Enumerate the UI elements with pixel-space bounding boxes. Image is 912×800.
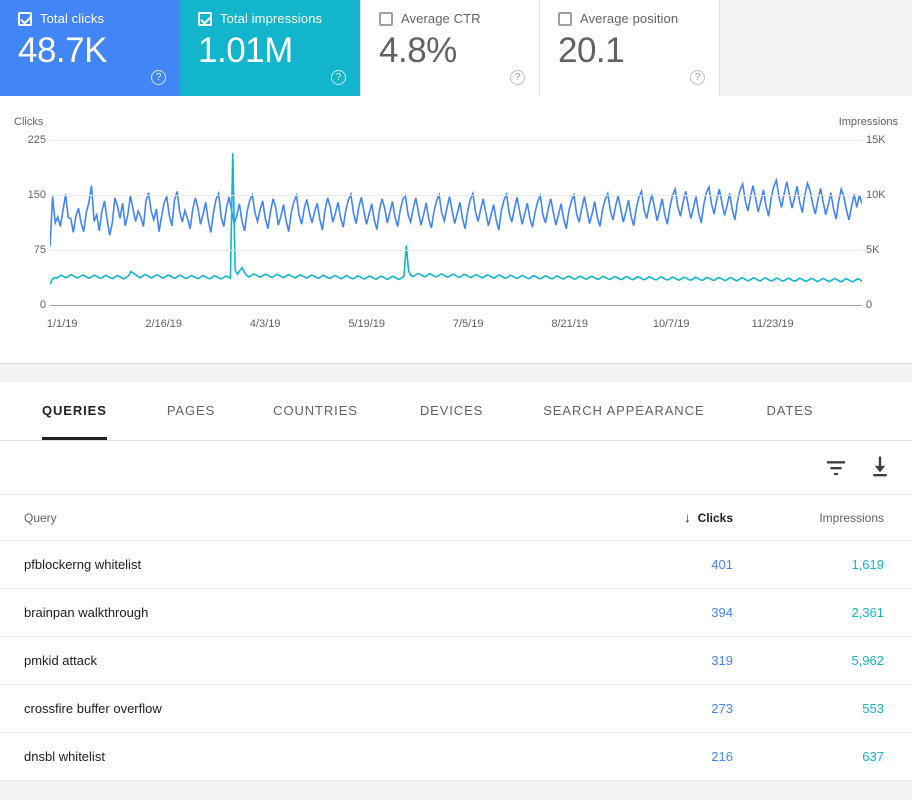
help-circle-icon[interactable]: ? xyxy=(331,70,346,85)
cell-impressions: 5,962 xyxy=(851,653,884,668)
cell-clicks: 216 xyxy=(711,749,733,764)
y-tick-right-3: 15K xyxy=(866,134,886,146)
metric-cards-row: Total clicks 48.7K ? Total impressions 1… xyxy=(0,0,912,96)
gridline-top xyxy=(50,140,862,141)
chart-series-svg xyxy=(50,140,862,305)
metric-card-header: Average CTR xyxy=(379,11,525,26)
metric-label: Total clicks xyxy=(40,11,105,26)
cell-query[interactable]: dnsbl whitelist xyxy=(24,749,583,764)
y-tick-left-2: 150 xyxy=(27,189,46,201)
checkbox-total-impressions[interactable] xyxy=(198,11,212,26)
checkbox-total-clicks[interactable] xyxy=(18,11,32,26)
metric-card-average-ctr[interactable]: Average CTR 4.8% ? xyxy=(360,0,540,96)
metric-label: Total impressions xyxy=(220,11,323,26)
metric-card-average-position[interactable]: Average position 20.1 ? xyxy=(540,0,720,96)
x-tick-label: 11/23/19 xyxy=(751,318,794,330)
chart-x-axis-labels: 1/1/19 2/16/19 4/3/19 5/19/19 7/5/19 8/21/19 1… xyxy=(46,318,862,334)
cell-impressions: 1,619 xyxy=(851,557,884,572)
sort-desc-arrow-icon: ↓ xyxy=(684,510,691,525)
cell-impressions: 637 xyxy=(862,749,884,764)
metric-value: 1.01M xyxy=(198,31,293,70)
tab-pages[interactable]: PAGES xyxy=(167,382,215,440)
table-row[interactable]: dnsbl whitelist 216 637 xyxy=(0,733,912,781)
performance-table: Query ↓ Clicks Impressions pfblockerng w… xyxy=(0,495,912,781)
tab-devices[interactable]: DEVICES xyxy=(420,382,483,440)
filter-icon[interactable] xyxy=(822,453,850,481)
table-row[interactable]: pmkid attack 319 5,962 xyxy=(0,637,912,685)
metric-label: Average CTR xyxy=(401,11,481,26)
metric-value: 20.1 xyxy=(558,31,625,70)
x-tick-label: 5/19/19 xyxy=(348,318,386,330)
tab-dates[interactable]: DATES xyxy=(766,382,813,440)
metric-label: Average position xyxy=(580,11,679,26)
cell-clicks: 394 xyxy=(711,605,733,620)
cell-impressions: 2,361 xyxy=(851,605,884,620)
chart-right-axis-title: Impressions xyxy=(838,116,898,128)
table-header-row: Query ↓ Clicks Impressions xyxy=(0,495,912,541)
y-tick-left-3: 225 xyxy=(27,134,46,146)
cell-clicks: 273 xyxy=(711,701,733,716)
cell-query[interactable]: pmkid attack xyxy=(24,653,583,668)
gridline-mid-upper xyxy=(50,195,862,196)
x-tick-label: 2/16/19 xyxy=(145,318,183,330)
x-tick-label: 1/1/19 xyxy=(46,318,78,330)
chart-left-axis-title: Clicks xyxy=(14,116,44,128)
x-tick-label: 7/5/19 xyxy=(452,318,484,330)
column-header-clicks-label: Clicks xyxy=(697,510,733,525)
column-header-impressions[interactable]: Impressions xyxy=(733,511,884,525)
search-console-performance-page: Total clicks 48.7K ? Total impressions 1… xyxy=(0,0,912,800)
chart-line-clicks xyxy=(50,180,862,246)
x-tick-label: 8/21/19 xyxy=(551,318,589,330)
table-toolbar xyxy=(0,441,912,495)
help-circle-icon[interactable]: ? xyxy=(510,70,525,85)
column-header-query[interactable]: Query xyxy=(24,511,583,525)
metric-card-total-impressions[interactable]: Total impressions 1.01M ? xyxy=(180,0,360,96)
help-circle-icon[interactable]: ? xyxy=(151,70,166,85)
tab-countries[interactable]: COUNTRIES xyxy=(273,382,358,440)
x-tick-label: 10/7/19 xyxy=(652,318,690,330)
y-tick-right-1: 5K xyxy=(866,244,880,256)
metric-value: 48.7K xyxy=(18,31,107,70)
table-row[interactable]: crossfire buffer overflow 273 553 xyxy=(0,685,912,733)
metric-card-total-clicks[interactable]: Total clicks 48.7K ? xyxy=(0,0,180,96)
chart-plot-area xyxy=(50,140,862,306)
table-row[interactable]: brainpan walkthrough 394 2,361 xyxy=(0,589,912,637)
dimension-tabs: QUERIES PAGES COUNTRIES DEVICES SEARCH APPEA… xyxy=(0,382,912,440)
metric-value: 4.8% xyxy=(379,31,457,70)
metric-card-header: Total clicks xyxy=(18,11,166,26)
gridline-baseline xyxy=(50,305,862,306)
y-tick-right-0: 0 xyxy=(866,299,873,311)
dimension-tabs-panel: QUERIES PAGES COUNTRIES DEVICES SEARCH APPEA… xyxy=(0,382,912,441)
y-tick-right-2: 10K xyxy=(866,189,886,201)
table-body: pfblockerng whitelist 401 1,619 brainpan wa… xyxy=(0,541,912,781)
cards-filler xyxy=(720,0,912,96)
metric-card-header: Total impressions xyxy=(198,11,346,26)
cell-query[interactable]: pfblockerng whitelist xyxy=(24,557,583,572)
gridline-mid-lower xyxy=(50,250,862,251)
cell-query[interactable]: brainpan walkthrough xyxy=(24,605,583,620)
checkbox-average-ctr[interactable] xyxy=(379,11,393,26)
cell-clicks: 319 xyxy=(711,653,733,668)
metric-card-header: Average position xyxy=(558,11,705,26)
column-header-clicks[interactable]: ↓ Clicks xyxy=(583,511,733,525)
performance-chart-panel: Clicks Impressions 225 150 75 0 15K 10K … xyxy=(0,96,912,364)
checkbox-average-position[interactable] xyxy=(558,11,572,26)
download-icon[interactable] xyxy=(866,453,894,481)
x-tick-label: 4/3/19 xyxy=(249,318,281,330)
cell-impressions: 553 xyxy=(862,701,884,716)
cell-clicks: 401 xyxy=(711,557,733,572)
cell-query[interactable]: crossfire buffer overflow xyxy=(24,701,583,716)
help-circle-icon[interactable]: ? xyxy=(690,70,705,85)
y-tick-left-0: 0 xyxy=(39,299,46,311)
table-row[interactable]: pfblockerng whitelist 401 1,619 xyxy=(0,541,912,589)
y-tick-left-1: 75 xyxy=(33,244,46,256)
panel-gap xyxy=(0,364,912,382)
tab-search-appearance[interactable]: SEARCH APPEARANCE xyxy=(543,382,704,440)
tab-queries[interactable]: QUERIES xyxy=(42,382,107,440)
